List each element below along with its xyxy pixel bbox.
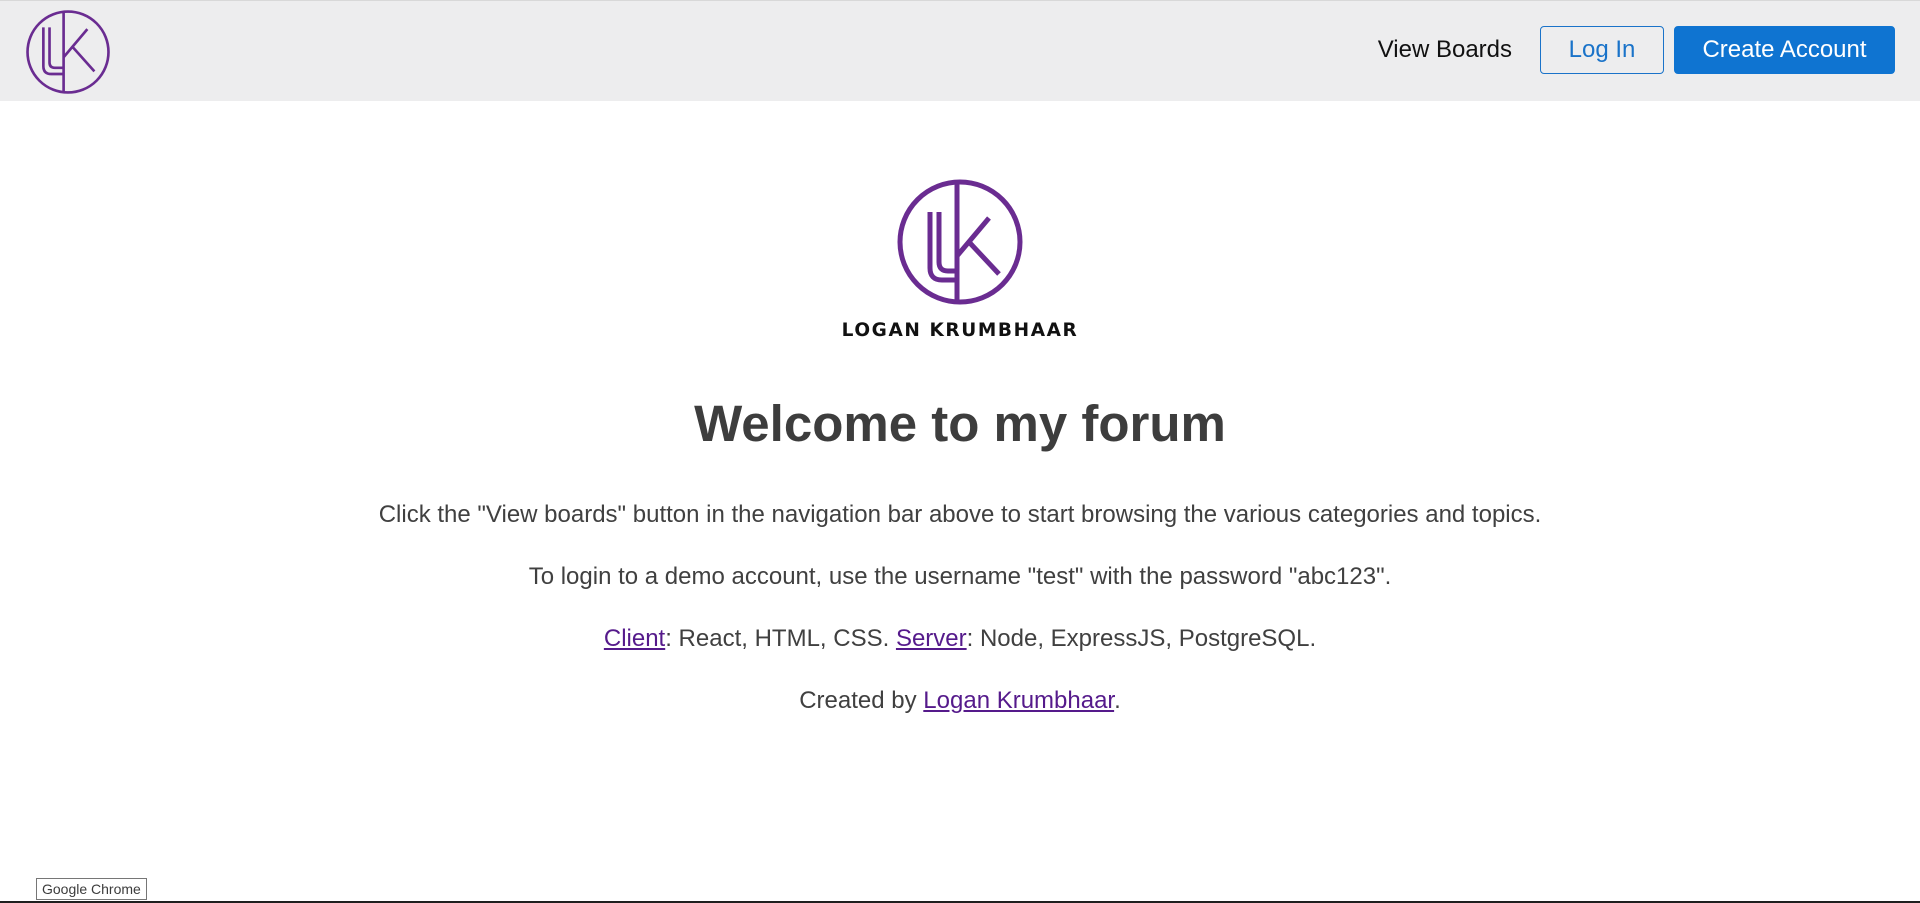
tech-stack-paragraph: Client: React, HTML, CSS. Server: Node, … <box>0 624 1920 654</box>
page-title: Welcome to my forum <box>694 395 1226 452</box>
create-account-button[interactable]: Create Account <box>1674 26 1895 74</box>
lk-monogram-icon <box>897 179 1023 305</box>
hero-logo-text: LOGAN KRUMBHAAR <box>842 320 1079 341</box>
client-tech-text: : React, HTML, CSS. <box>665 625 896 652</box>
credits-suffix: . <box>1114 687 1121 714</box>
credits-paragraph: Created by Logan Krumbhaar. <box>0 686 1920 716</box>
server-tech-text: : Node, ExpressJS, PostgreSQL. <box>966 625 1317 652</box>
intro-paragraph: Click the "View boards" button in the na… <box>378 501 1542 528</box>
client-link[interactable]: Client <box>604 625 665 652</box>
server-link[interactable]: Server <box>896 625 967 652</box>
browser-tooltip: Google Chrome <box>36 878 147 900</box>
view-boards-link[interactable]: View Boards <box>1378 36 1512 64</box>
hero-logo: LOGAN KRUMBHAAR <box>842 179 1079 341</box>
lk-monogram-icon[interactable] <box>24 8 112 96</box>
credits-prefix: Created by <box>799 687 924 714</box>
navbar: View Boards Log In Create Account <box>0 0 1920 101</box>
nav-actions: View Boards Log In Create Account <box>1378 26 1895 74</box>
demo-login-paragraph: To login to a demo account, use the user… <box>528 563 1392 590</box>
log-in-button[interactable]: Log In <box>1540 26 1664 74</box>
author-link[interactable]: Logan Krumbhaar <box>923 687 1114 714</box>
